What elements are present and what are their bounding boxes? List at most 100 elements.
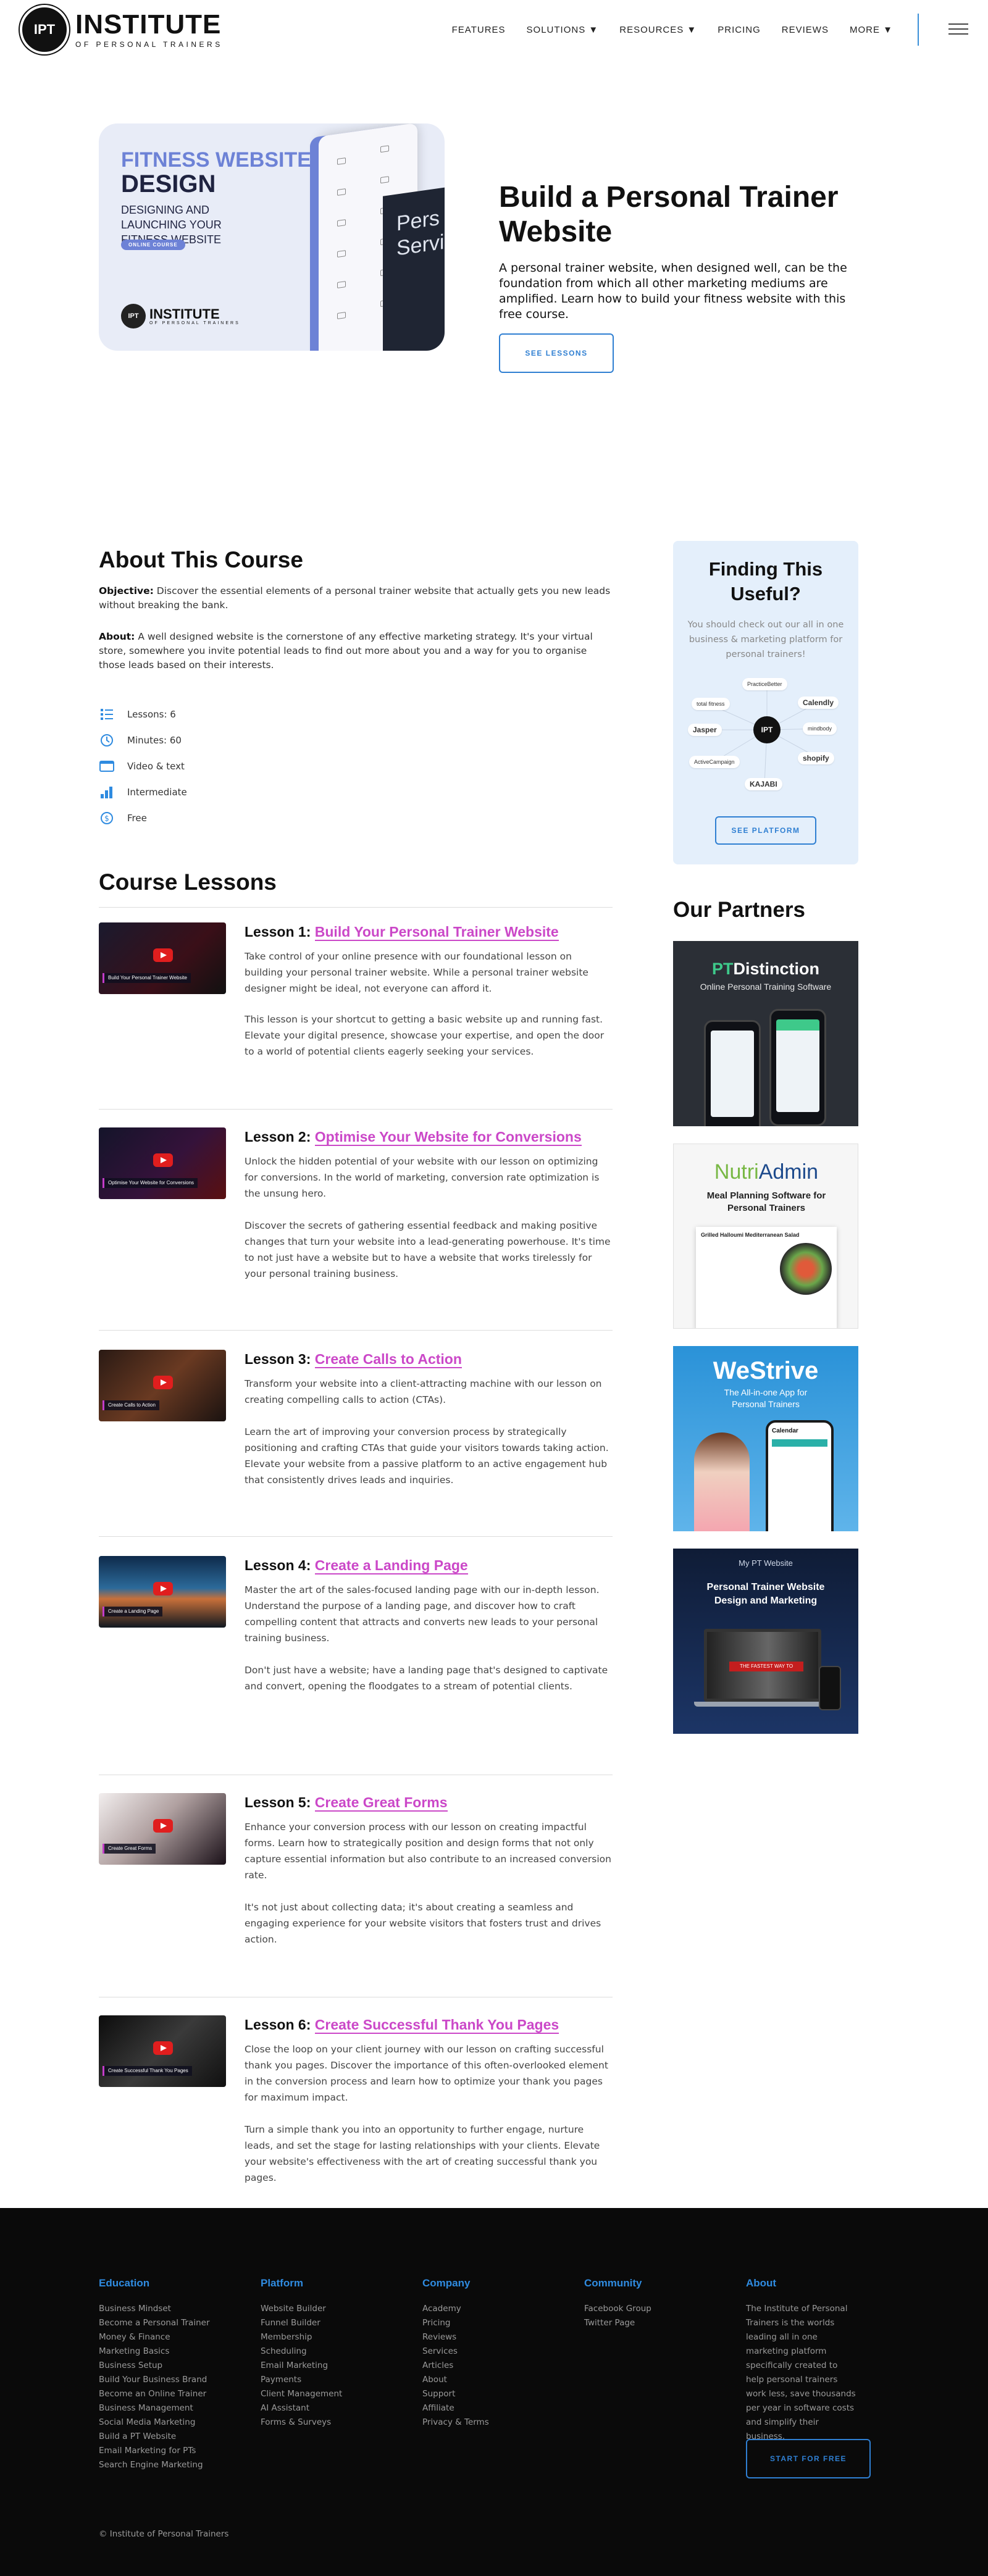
nav-pricing[interactable]: PRICING xyxy=(718,25,761,35)
lesson-link[interactable]: Create a Landing Page xyxy=(314,1557,468,1574)
stat-format: Video & text xyxy=(99,753,187,779)
footer-link[interactable]: Support xyxy=(422,2387,489,2401)
footer-link[interactable]: Build Your Business Brand xyxy=(99,2373,210,2387)
footer-column-platform: Platform Website Builder Funnel Builder … xyxy=(261,2277,342,2430)
footer-link[interactable]: Membership xyxy=(261,2330,342,2344)
lesson-video-thumbnail[interactable]: Create Successful Thank You Pages xyxy=(99,2015,226,2087)
footer-link[interactable]: Forms & Surveys xyxy=(261,2415,342,2430)
footer-link[interactable]: Business Management xyxy=(99,2401,210,2415)
footer-link[interactable]: Website Builder xyxy=(261,2302,342,2316)
footer-link[interactable]: Business Mindset xyxy=(99,2302,210,2316)
nav-solutions[interactable]: SOLUTIONS ▼ xyxy=(527,25,599,35)
footer-link[interactable]: Social Media Marketing xyxy=(99,2415,210,2430)
footer-link[interactable]: Reviews xyxy=(422,2330,489,2344)
lesson-description: This lesson is your shortcut to getting … xyxy=(245,1014,605,1057)
stat-lessons: Lessons: 6 xyxy=(99,701,187,727)
thumbnail-caption: Build Your Personal Trainer Website xyxy=(103,973,191,983)
see-lessons-button[interactable]: SEE LESSONS xyxy=(499,333,614,373)
hamburger-menu-icon[interactable] xyxy=(948,23,968,35)
footer-link[interactable]: Client Management xyxy=(261,2387,342,2401)
play-icon xyxy=(153,1153,173,1167)
footer-link[interactable]: Email Marketing for PTs xyxy=(99,2444,210,2458)
integration-practicebetter: PracticeBetter xyxy=(742,678,787,690)
footer-link[interactable]: Search Engine Marketing xyxy=(99,2458,210,2472)
footer-link[interactable]: Privacy & Terms xyxy=(422,2415,489,2430)
stat-price: $ Free xyxy=(99,805,187,831)
video-icon xyxy=(99,758,115,774)
footer-column-about: About The Institute of Personal Trainers… xyxy=(746,2277,857,2444)
recipe-card: Grilled Halloumi Mediterranean Salad xyxy=(696,1227,837,1328)
objective-text: Objective: Discover the essential elemen… xyxy=(99,584,611,613)
lesson-description: It's not just about collecting data; it'… xyxy=(245,1902,601,1945)
lesson-video-thumbnail[interactable]: Optimise Your Website for Conversions xyxy=(99,1127,226,1199)
cover-title-line1: FITNESS WEBSITE xyxy=(121,148,311,172)
lesson-link[interactable]: Optimise Your Website for Conversions xyxy=(314,1129,582,1146)
thumbnail-caption: Create Calls to Action xyxy=(103,1400,159,1410)
footer-link[interactable]: Pricing xyxy=(422,2316,489,2330)
partner-ptdistinction-banner[interactable]: PTDistinction Online Personal Training S… xyxy=(673,941,858,1126)
site-logo[interactable]: IPT INSTITUTE OF PERSONAL TRAINERS xyxy=(20,5,223,54)
footer-link[interactable]: Money & Finance xyxy=(99,2330,210,2344)
nav-features[interactable]: FEATURES xyxy=(452,25,506,35)
integration-shopify: shopify xyxy=(798,752,834,764)
footer-link[interactable]: About xyxy=(422,2373,489,2387)
partner-nutriadmin-banner[interactable]: NutriAdmin Meal Planning Software for Pe… xyxy=(673,1144,858,1329)
bar-chart-icon xyxy=(99,784,115,800)
footer-link[interactable]: Services xyxy=(422,2344,489,2359)
play-icon xyxy=(153,1376,173,1389)
lesson-video-thumbnail[interactable]: Create a Landing Page xyxy=(99,1556,226,1628)
footer-about-text: The Institute of Personal Trainers is th… xyxy=(746,2304,856,2441)
nav-resources[interactable]: RESOURCES ▼ xyxy=(619,25,697,35)
footer-link[interactable]: Affiliate xyxy=(422,2401,489,2415)
lesson-link[interactable]: Build Your Personal Trainer Website xyxy=(314,924,559,941)
lesson-link[interactable]: Create Successful Thank You Pages xyxy=(314,2017,559,2034)
about-label: About: xyxy=(99,631,135,642)
phone-mockup xyxy=(819,1666,841,1710)
footer-link[interactable]: Articles xyxy=(422,2359,489,2373)
cover-logo-sub: OF PERSONAL TRAINERS xyxy=(149,320,240,325)
footer-link[interactable]: Twitter Page xyxy=(584,2316,651,2330)
integration-totalfitness: total fitness xyxy=(692,698,730,710)
partners-heading: Our Partners xyxy=(673,898,805,922)
lesson-video-thumbnail[interactable]: Create Great Forms xyxy=(99,1793,226,1865)
laptop-mockup: THE FASTEST WAY TO xyxy=(704,1629,821,1702)
footer-link[interactable]: Marketing Basics xyxy=(99,2344,210,2359)
lesson-title: Lesson 6: Create Successful Thank You Pa… xyxy=(245,2017,559,2034)
stat-minutes: Minutes: 60 xyxy=(99,727,187,753)
clock-icon xyxy=(99,732,115,748)
footer-link[interactable]: Become an Online Trainer xyxy=(99,2387,210,2401)
lesson-link[interactable]: Create Great Forms xyxy=(314,1794,448,1812)
footer-link[interactable]: Facebook Group xyxy=(584,2302,651,2316)
see-platform-button[interactable]: SEE PLATFORM xyxy=(715,816,816,845)
integration-calendly: Calendly xyxy=(798,696,839,709)
objective-label: Objective: xyxy=(99,585,154,596)
lesson-video-thumbnail[interactable]: Create Calls to Action xyxy=(99,1350,226,1421)
nav-divider xyxy=(918,14,919,46)
partner-westrive-banner[interactable]: WeStrive The All-in-one App for Personal… xyxy=(673,1346,858,1531)
thumbnail-caption: Create Great Forms xyxy=(103,1844,156,1854)
nav-more[interactable]: MORE ▼ xyxy=(850,25,893,35)
divider xyxy=(99,907,613,908)
footer-link[interactable]: Build a PT Website xyxy=(99,2430,210,2444)
footer-link[interactable]: Business Setup xyxy=(99,2359,210,2373)
footer-link[interactable]: Email Marketing xyxy=(261,2359,342,2373)
thumbnail-caption: Create Successful Thank You Pages xyxy=(103,2066,192,2076)
nav-reviews[interactable]: REVIEWS xyxy=(782,25,829,35)
promo-title: Finding This Useful? xyxy=(708,558,823,604)
footer-link[interactable]: Academy xyxy=(422,2302,489,2316)
footer-link[interactable]: Funnel Builder xyxy=(261,2316,342,2330)
partner-myptwebsite-banner[interactable]: My PT Website Personal Trainer Website D… xyxy=(673,1549,858,1734)
footer-link[interactable]: Payments xyxy=(261,2373,342,2387)
dollar-icon: $ xyxy=(99,810,115,826)
lesson-description: Unlock the hidden potential of your webs… xyxy=(245,1156,600,1199)
start-for-free-button[interactable]: START FOR FREE xyxy=(746,2439,871,2478)
lesson-video-thumbnail[interactable]: Build Your Personal Trainer Website xyxy=(99,922,226,994)
footer-link[interactable]: AI Assistant xyxy=(261,2401,342,2415)
footer-link[interactable]: Scheduling xyxy=(261,2344,342,2359)
lesson-link[interactable]: Create Calls to Action xyxy=(314,1351,462,1368)
about-text: About: A well designed website is the co… xyxy=(99,630,611,672)
cover-screen-text: Pers Servic xyxy=(396,206,445,261)
play-icon xyxy=(153,2041,173,2055)
footer-link[interactable]: Become a Personal Trainer xyxy=(99,2316,210,2330)
integration-activecampaign: ActiveCampaign xyxy=(689,756,740,768)
